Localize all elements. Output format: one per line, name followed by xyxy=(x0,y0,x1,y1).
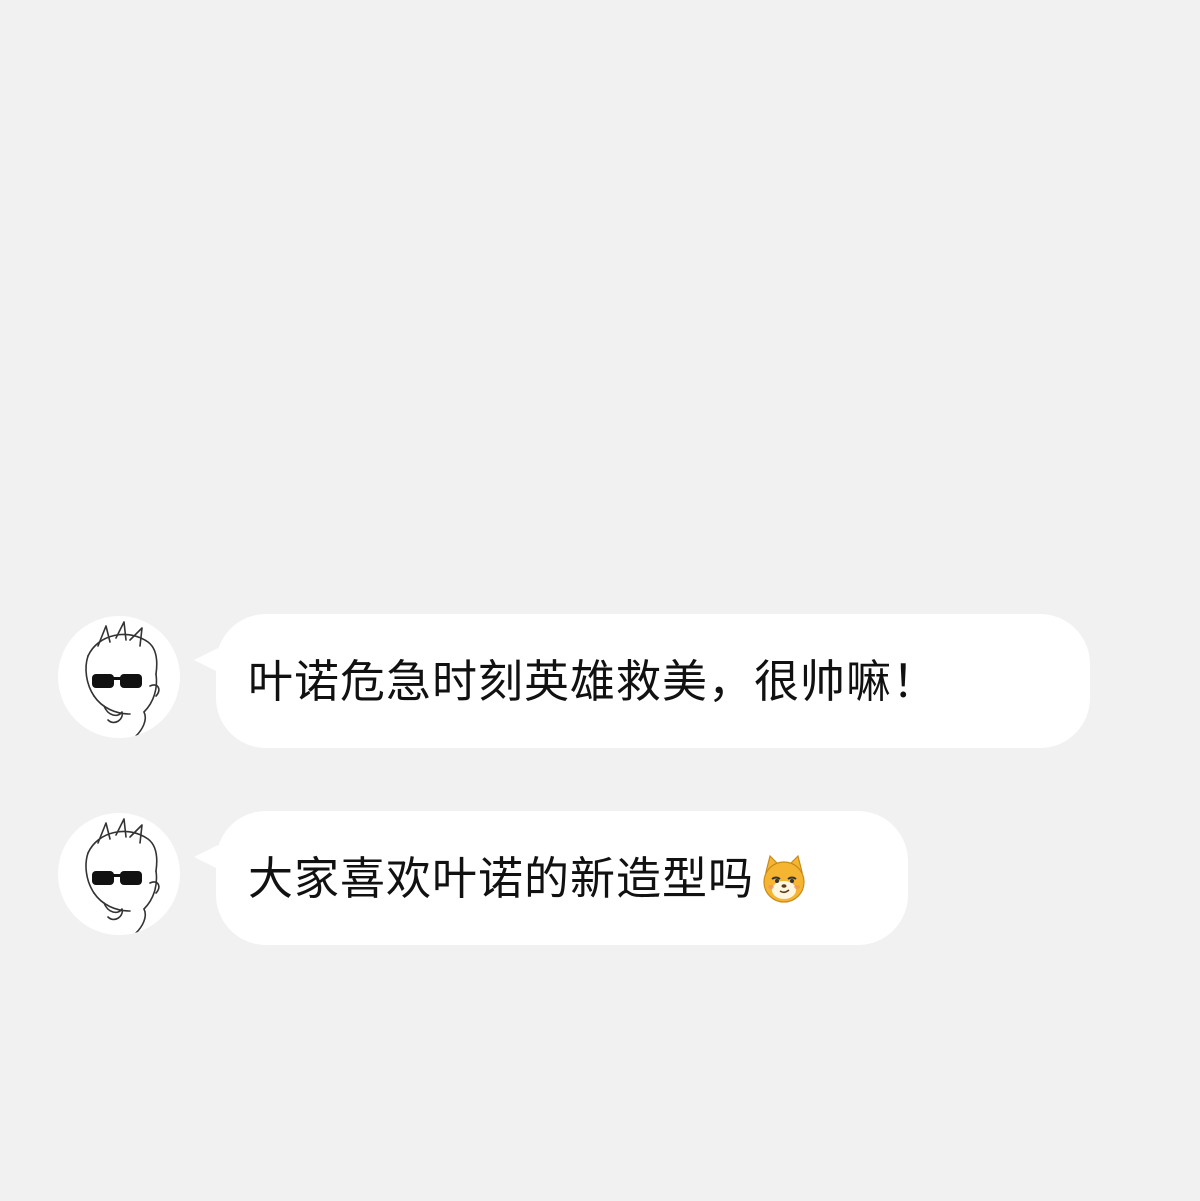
sunglasses-boy-avatar-icon xyxy=(85,818,160,934)
message-row: 大家喜欢叶诺的新造型吗 xyxy=(58,811,918,949)
message-text: 叶诺危急时刻英雄救美，很帅嘛！ xyxy=(248,654,939,708)
smirking-dog-sticker-icon xyxy=(758,852,810,904)
bubble-tail xyxy=(194,845,218,869)
message-bubble[interactable]: 大家喜欢叶诺的新造型吗 xyxy=(194,811,908,945)
avatar[interactable] xyxy=(58,616,180,738)
message-row: 叶诺危急时刻英雄救美，很帅嘛！ xyxy=(58,614,1090,752)
avatar[interactable] xyxy=(58,813,180,935)
bubble-tail xyxy=(194,648,218,672)
chat-area: 叶诺危急时刻英雄救美，很帅嘛！ 大家喜欢叶诺的新造型吗 xyxy=(0,0,1200,1201)
sunglasses-boy-avatar-icon xyxy=(85,621,160,737)
message-bubble[interactable]: 叶诺危急时刻英雄救美，很帅嘛！ xyxy=(194,614,1090,748)
message-text: 大家喜欢叶诺的新造型吗 xyxy=(248,851,755,905)
